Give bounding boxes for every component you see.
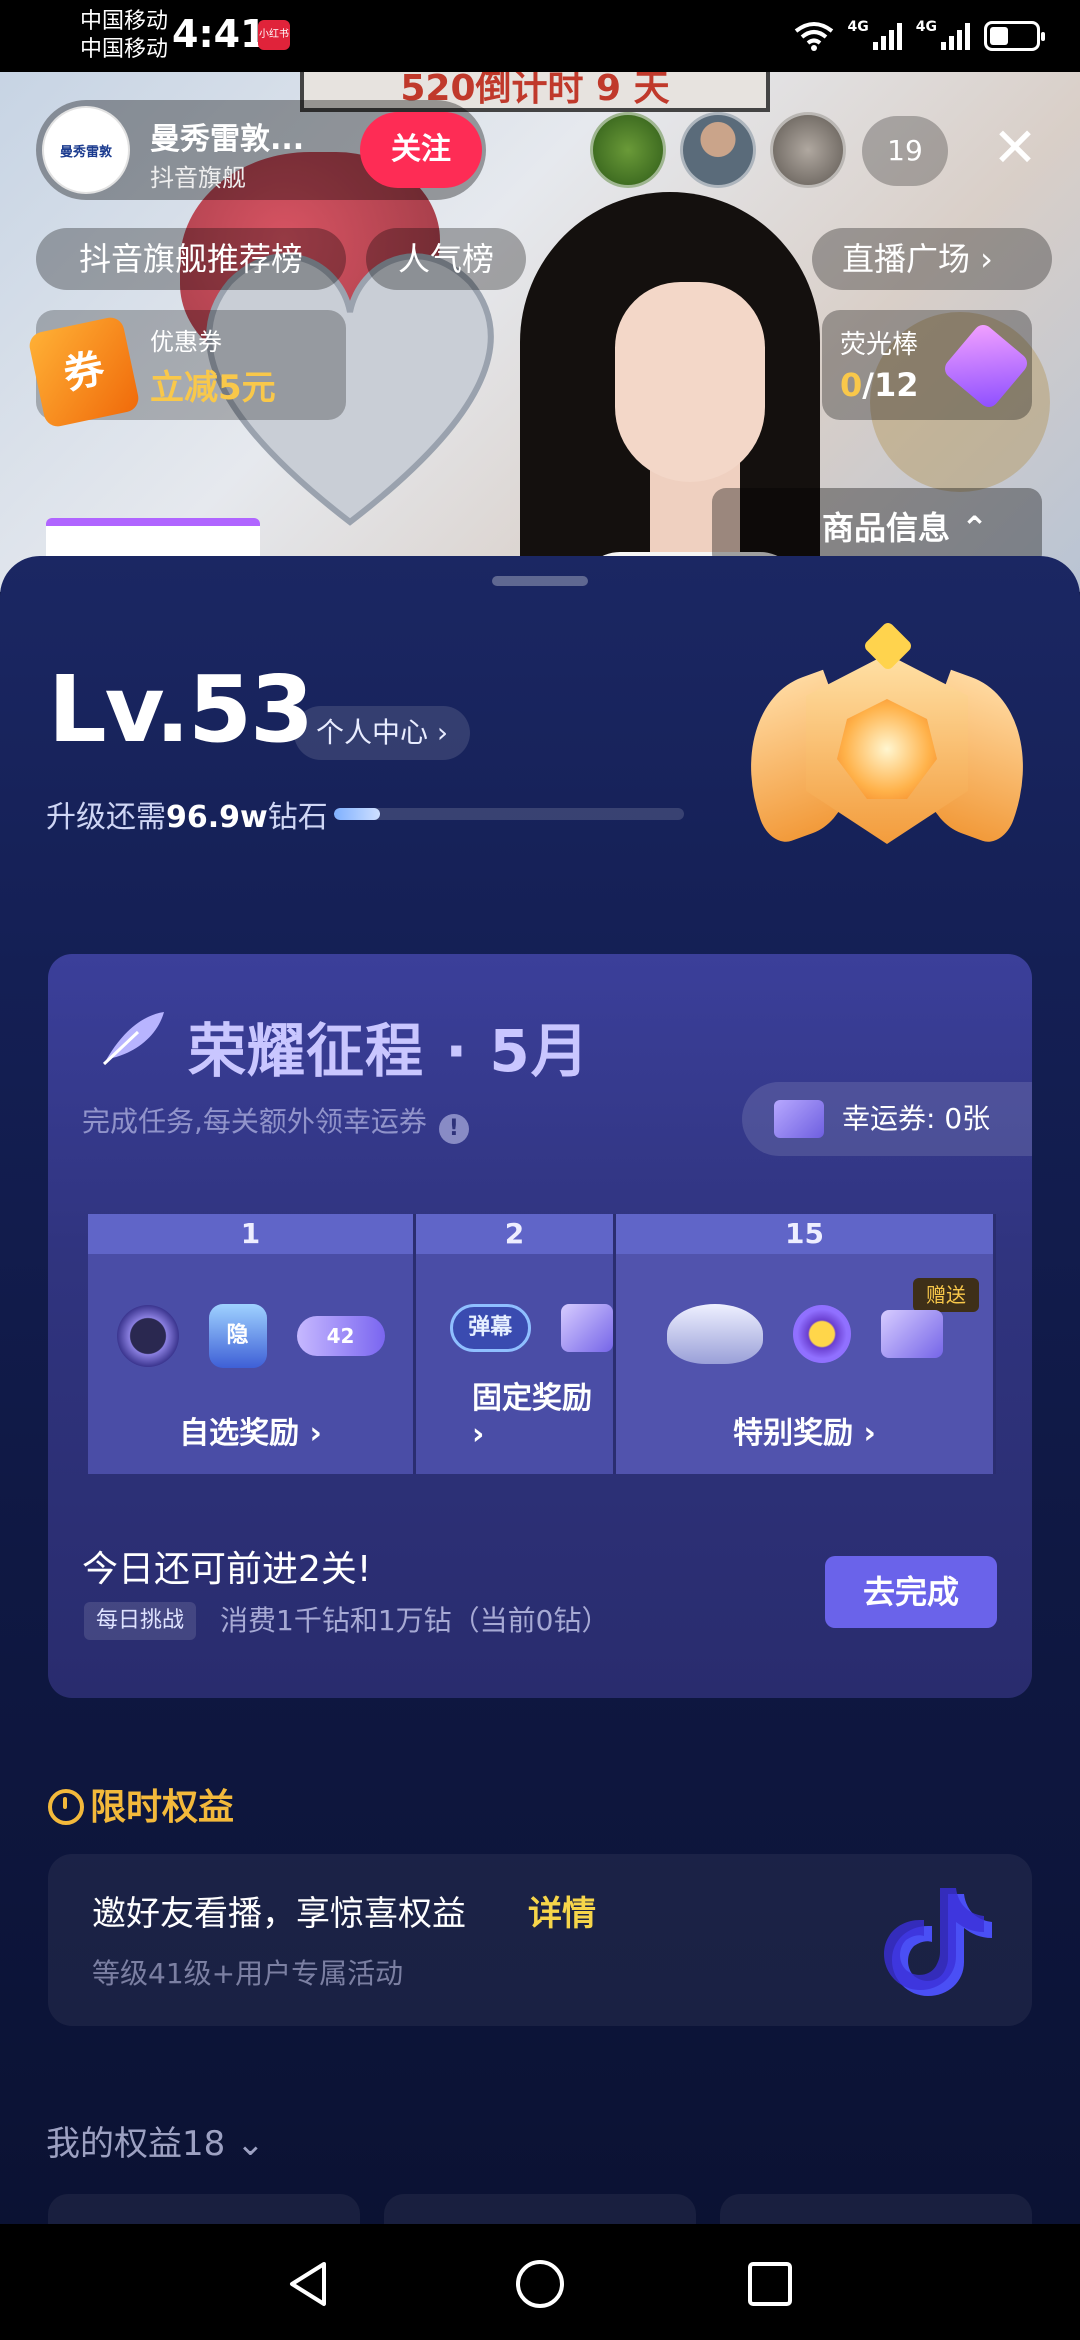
feather-icon [102, 1012, 164, 1066]
lucky-label: 幸运券: [842, 1102, 936, 1135]
coin-icon [792, 1305, 851, 1363]
hidden-shield-icon: 隐 [208, 1304, 267, 1368]
winged-badge-icon [666, 1304, 763, 1364]
stage-card[interactable]: 2 弹幕 固定奖励 › [416, 1214, 616, 1474]
upgrade-requirement: 升级还需96.9w钻石 [46, 800, 328, 835]
signal-icon-2 [941, 22, 970, 50]
notification-app-icon: 小红书 [258, 20, 290, 50]
stage-number: 1 [88, 1214, 413, 1254]
drag-handle[interactable] [492, 576, 588, 586]
stage-reward-link[interactable]: 特别奖励 › [616, 1408, 993, 1452]
stage-number: 2 [416, 1214, 613, 1254]
limited-rights-title: 限时权益 [48, 1778, 234, 1830]
stage-number: 15 [616, 1214, 993, 1254]
carrier-info: 中国移动 中国移动 [80, 8, 168, 64]
network-type-2: 4G [915, 19, 937, 35]
level-chip-icon: 42 [296, 1316, 385, 1356]
rights-item[interactable] [384, 2194, 696, 2224]
battery-icon [984, 21, 1045, 51]
glowstick-count: 0/12 [840, 366, 919, 404]
recommend-ranking-pill[interactable]: 抖音旗舰推荐榜 [36, 228, 346, 290]
glowstick-label: 荧光棒 [840, 330, 919, 360]
status-bar: 中国移动 中国移动 4:41 小红书 4G 4G [0, 0, 1080, 72]
anchor-subtitle: 抖音旗舰 [150, 164, 246, 192]
coupon-value: 立减5元 [150, 368, 276, 408]
signal-icon-1 [872, 22, 902, 50]
close-icon[interactable]: ✕ [985, 120, 1045, 180]
viewer-avatar[interactable] [770, 112, 846, 188]
alarm-clock-icon [48, 1789, 84, 1825]
glory-journey-card: 荣耀征程 · 5月 完成任务,每关额外领幸运券! 幸运券: 0张 1 隐 42 … [48, 954, 1032, 1698]
quest-title: 荣耀征程 · 5月 [188, 1017, 590, 1085]
lucky-value: 0张 [944, 1102, 991, 1135]
stage-card[interactable]: 1 隐 42 自选奖励 › [88, 1214, 416, 1474]
glowstick-icon [940, 320, 1032, 412]
network-type-1: 4G [847, 19, 869, 35]
today-progress-text: 今日还可前进2关! [82, 1549, 372, 1590]
daily-challenge-desc: 消费1千钻和1万钻（当前0钻） [220, 1604, 610, 1637]
stage-reward-link[interactable]: 固定奖励 › [416, 1373, 613, 1452]
status-icons: 4G 4G [794, 16, 1045, 56]
personal-center-link[interactable]: 个人中心 › [294, 706, 471, 760]
hooded-avatar-icon [116, 1305, 179, 1367]
chevron-down-icon: ⌄ [225, 2124, 265, 2164]
coupon-icon: 券 [27, 315, 141, 429]
anchor-name[interactable]: 曼秀雷敦... [150, 114, 304, 158]
ticket-icon [560, 1304, 613, 1352]
level-progress-bar [334, 808, 684, 820]
coupon-label: 优惠券 [150, 328, 222, 356]
go-complete-button[interactable]: 去完成 [825, 1556, 997, 1628]
wifi-icon [794, 22, 833, 51]
coupon-widget[interactable]: 券 优惠券 立减5元 [27, 310, 346, 429]
ticket-icon [880, 1310, 943, 1358]
back-triangle-icon[interactable] [284, 2258, 336, 2310]
level-number: Lv.53 [48, 656, 314, 763]
carrier-2: 中国移动 [80, 37, 169, 62]
stage-card[interactable]: 15 赠送 特别奖励 › [616, 1214, 996, 1474]
viewer-avatar[interactable] [680, 112, 756, 188]
level-badge-icon [719, 620, 1055, 904]
viewer-count[interactable]: 19 [862, 116, 948, 186]
follow-button[interactable]: 关注 [360, 112, 482, 188]
carrier-1: 中国移动 [80, 9, 169, 34]
anchor-avatar[interactable]: 曼秀雷敦 [42, 106, 130, 194]
live-plaza-pill[interactable]: 直播广场 › [812, 228, 1052, 290]
rights-item[interactable] [48, 2194, 360, 2224]
clock: 4:41 [172, 12, 267, 56]
info-icon[interactable]: ! [438, 1114, 469, 1144]
stage-track[interactable]: 1 隐 42 自选奖励 › 2 弹幕 固定奖励 › 15 赠送 特别奖励 › [88, 1214, 998, 1474]
my-rights-toggle[interactable]: 我的权益18 ⌄ [46, 2116, 265, 2165]
quest-subtitle: 完成任务,每关额外领幸运券! [82, 1100, 469, 1144]
home-circle-icon[interactable] [514, 2258, 566, 2310]
invite-detail-link[interactable]: 详情 [528, 1886, 596, 1935]
invite-friends-card[interactable]: 邀好友看播，享惊喜权益 详情 等级41级+用户专属活动 [48, 1854, 1032, 2026]
level-progress-fill [334, 808, 380, 820]
invite-subtitle: 等级41级+用户专属活动 [92, 1957, 404, 1990]
lucky-ticket-pill[interactable]: 幸运券: 0张 [742, 1082, 1032, 1156]
system-nav-bar [0, 2224, 1080, 2340]
rights-item[interactable] [720, 2194, 1032, 2224]
level-sheet: Lv.53 个人中心 › 升级还需96.9w钻石 荣耀征程 · 5月 完成任务,… [0, 556, 1080, 2224]
glowstick-widget[interactable]: 荧光棒 0/12 [822, 310, 1032, 420]
daily-challenge-tag: 每日挑战 [84, 1602, 197, 1640]
invite-title: 邀好友看播，享惊喜权益 [92, 1894, 466, 1934]
ticket-icon [774, 1100, 824, 1138]
popularity-ranking-pill[interactable]: 人气榜 [366, 228, 526, 290]
viewer-avatar[interactable] [590, 112, 666, 188]
stage-reward-link[interactable]: 自选奖励 › [88, 1408, 413, 1452]
danmu-chip-icon: 弹幕 [450, 1304, 531, 1352]
recents-square-icon[interactable] [744, 2258, 796, 2310]
tiktok-icon [884, 1888, 992, 1996]
